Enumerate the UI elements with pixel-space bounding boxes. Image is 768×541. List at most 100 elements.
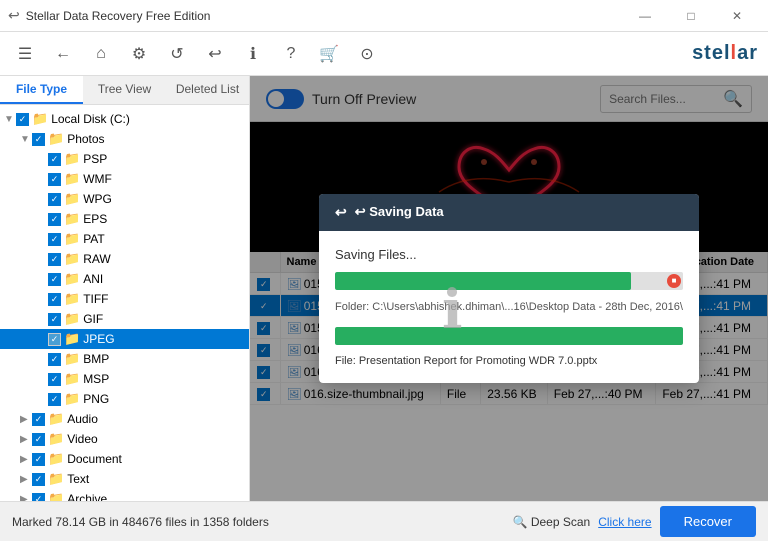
tree-item-png[interactable]: ✓ 📁 PNG	[0, 389, 249, 409]
tree-checkbox[interactable]: ✓	[32, 493, 45, 502]
folder-icon: 📁	[48, 431, 64, 447]
folder-icon: 📁	[48, 471, 64, 487]
tree-item-tiff[interactable]: ✓ 📁 TIFF	[0, 289, 249, 309]
tree-checkbox[interactable]: ✓	[48, 213, 61, 226]
folder-icon: 📁	[64, 391, 80, 407]
tree-checkbox[interactable]: ✓	[48, 293, 61, 306]
tree-checkbox[interactable]: ✓	[48, 353, 61, 366]
tree-item-document[interactable]: ▶ ✓ 📁 Document	[0, 449, 249, 469]
folder-icon: 📁	[32, 111, 48, 127]
tab-bar: File Type Tree View Deleted List	[0, 76, 249, 105]
tree-item-eps[interactable]: ✓ 📁 EPS	[0, 209, 249, 229]
tree-item-local-disk[interactable]: ▼ ✓ 📁 Local Disk (C:)	[0, 109, 249, 129]
tree-item-label: Local Disk (C:)	[51, 112, 130, 126]
tree-checkbox[interactable]: ✓	[16, 113, 29, 126]
minimize-button[interactable]: —	[622, 0, 668, 32]
tree-item-archive[interactable]: ▶ ✓ 📁 Archive	[0, 489, 249, 501]
app-icon: ↩	[8, 7, 20, 24]
statusbar-right: 🔍 Deep Scan Click here Recover	[513, 506, 756, 537]
modal-header: ↩ ↩ Saving Data	[319, 194, 699, 231]
expand-icon: ▼	[4, 114, 14, 125]
tab-tree-view[interactable]: Tree View	[83, 76, 166, 104]
folder-icon: 📁	[64, 331, 80, 347]
statusbar: Marked 78.14 GB in 484676 files in 1358 …	[0, 501, 768, 541]
folder-icon: 📁	[64, 231, 80, 247]
menu-button[interactable]: ☰	[10, 39, 40, 69]
tree-checkbox[interactable]: ✓	[32, 433, 45, 446]
tree-item-video[interactable]: ▶ ✓ 📁 Video	[0, 429, 249, 449]
tree-item-label: Archive	[67, 492, 107, 501]
tree-checkbox[interactable]: ✓	[32, 453, 45, 466]
folder-icon: 📁	[64, 171, 80, 187]
tab-file-type[interactable]: File Type	[0, 76, 83, 104]
tree-checkbox[interactable]: ✓	[48, 153, 61, 166]
expand-icon: ▶	[20, 474, 30, 485]
recover-button[interactable]: Recover	[660, 506, 756, 537]
tree-item-psp[interactable]: ✓ 📁 PSP	[0, 149, 249, 169]
folder-icon: 📁	[48, 411, 64, 427]
modal-overlay: ↩ ↩ Saving Data Saving Files... ■ Folder…	[250, 76, 768, 501]
tree-item-raw[interactable]: ✓ 📁 RAW	[0, 249, 249, 269]
tree-checkbox[interactable]: ✓	[48, 253, 61, 266]
maximize-button[interactable]: □	[668, 0, 714, 32]
tree-item-label: Text	[67, 472, 89, 486]
file-tree: ▼ ✓ 📁 Local Disk (C:) ▼ ✓ 📁 Photos ✓ 📁 P…	[0, 105, 249, 501]
saving-dialog: ↩ ↩ Saving Data Saving Files... ■ Folder…	[319, 194, 699, 383]
progress-bar-2	[335, 327, 683, 345]
tree-checkbox[interactable]: ✓	[48, 173, 61, 186]
tree-item-gif[interactable]: ✓ 📁 GIF	[0, 309, 249, 329]
home-button[interactable]: ⌂	[86, 39, 116, 69]
stellar-logo: stellar	[692, 42, 758, 65]
tab-deleted-list[interactable]: Deleted List	[166, 76, 249, 104]
tree-checkbox[interactable]: ✓	[48, 273, 61, 286]
close-button[interactable]: ✕	[714, 0, 760, 32]
folder-icon: 📁	[64, 211, 80, 227]
tree-item-text[interactable]: ▶ ✓ 📁 Text	[0, 469, 249, 489]
folder-icon: 📁	[64, 371, 80, 387]
tree-checkbox[interactable]: ✓	[48, 193, 61, 206]
back-button[interactable]: ←	[48, 39, 78, 69]
tree-item-msp[interactable]: ✓ 📁 MSP	[0, 369, 249, 389]
tree-checkbox[interactable]: ✓	[48, 313, 61, 326]
tree-item-label: PNG	[83, 392, 109, 406]
folder-icon: 📁	[48, 131, 64, 147]
tree-checkbox[interactable]: ✓	[32, 413, 45, 426]
progress-stop-button[interactable]: ■	[667, 274, 681, 288]
folder-icon: 📁	[64, 311, 80, 327]
progress-bar-2-container	[335, 327, 683, 345]
tree-item-audio[interactable]: ▶ ✓ 📁 Audio	[0, 409, 249, 429]
cart-button[interactable]: 🛒	[314, 39, 344, 69]
tree-item-label: WMF	[83, 172, 112, 186]
tree-item-photos[interactable]: ▼ ✓ 📁 Photos	[0, 129, 249, 149]
tree-item-label: BMP	[83, 352, 109, 366]
folder-icon: 📁	[64, 351, 80, 367]
tree-item-ani[interactable]: ✓ 📁 ANI	[0, 269, 249, 289]
tree-item-wpg[interactable]: ✓ 📁 WPG	[0, 189, 249, 209]
tree-checkbox[interactable]: ✓	[48, 333, 61, 346]
settings-button[interactable]: ⚙	[124, 39, 154, 69]
left-panel: File Type Tree View Deleted List ▼ ✓ 📁 L…	[0, 76, 250, 501]
deep-scan-label: 🔍 Deep Scan	[513, 515, 591, 529]
info-button[interactable]: ℹ	[238, 39, 268, 69]
account-button[interactable]: ⊙	[352, 39, 382, 69]
tree-checkbox[interactable]: ✓	[48, 393, 61, 406]
tree-item-label: Photos	[67, 132, 104, 146]
expand-icon: ▶	[20, 494, 30, 502]
tree-item-jpeg[interactable]: ✓ 📁 JPEG	[0, 329, 249, 349]
help-button[interactable]: ?	[276, 39, 306, 69]
tree-item-pat[interactable]: ✓ 📁 PAT	[0, 229, 249, 249]
deep-scan-link[interactable]: Click here	[598, 515, 651, 529]
titlebar: ↩ Stellar Data Recovery Free Edition — □…	[0, 0, 768, 32]
tree-checkbox[interactable]: ✓	[48, 373, 61, 386]
undo-button[interactable]: ↩	[200, 39, 230, 69]
tree-checkbox[interactable]: ✓	[48, 233, 61, 246]
expand-icon: ▶	[20, 434, 30, 445]
tree-checkbox[interactable]: ✓	[32, 133, 45, 146]
right-panel: Turn Off Preview 🔍	[250, 76, 768, 501]
tree-item-wmf[interactable]: ✓ 📁 WMF	[0, 169, 249, 189]
tree-item-bmp[interactable]: ✓ 📁 BMP	[0, 349, 249, 369]
tree-item-label: RAW	[83, 252, 111, 266]
tree-checkbox[interactable]: ✓	[32, 473, 45, 486]
refresh-button[interactable]: ↺	[162, 39, 192, 69]
progress-bar-1	[335, 272, 631, 290]
